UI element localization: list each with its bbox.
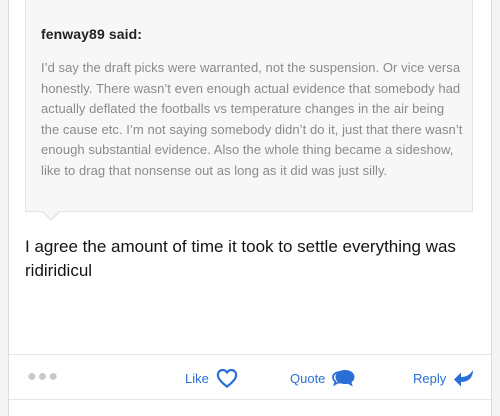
more-dots-icon[interactable]: ●●● [27,369,59,385]
heart-outline-icon [216,368,238,388]
quote-author[interactable]: fenway89 said: [41,26,142,42]
reply-label: Reply [413,370,447,386]
reply-arrow-icon [454,370,474,387]
like-label: Like [185,370,209,386]
speech-bubbles-icon [332,370,355,387]
quote-pointer [41,210,61,221]
quote-button[interactable]: Quote [290,367,356,389]
forum-post: fenway89 said: I’d say the draft picks w… [8,0,492,416]
quote-block: fenway89 said: I’d say the draft picks w… [25,0,473,212]
like-button[interactable]: Like [185,367,238,389]
post-action-bar: ●●● Like Quote Reply [9,354,491,400]
quote-label: Quote [290,370,326,386]
reply-button[interactable]: Reply [413,367,475,389]
quote-text: I’d say the draft picks were warranted, … [41,60,463,178]
post-body-text: I agree the amount of time it took to se… [25,237,456,280]
